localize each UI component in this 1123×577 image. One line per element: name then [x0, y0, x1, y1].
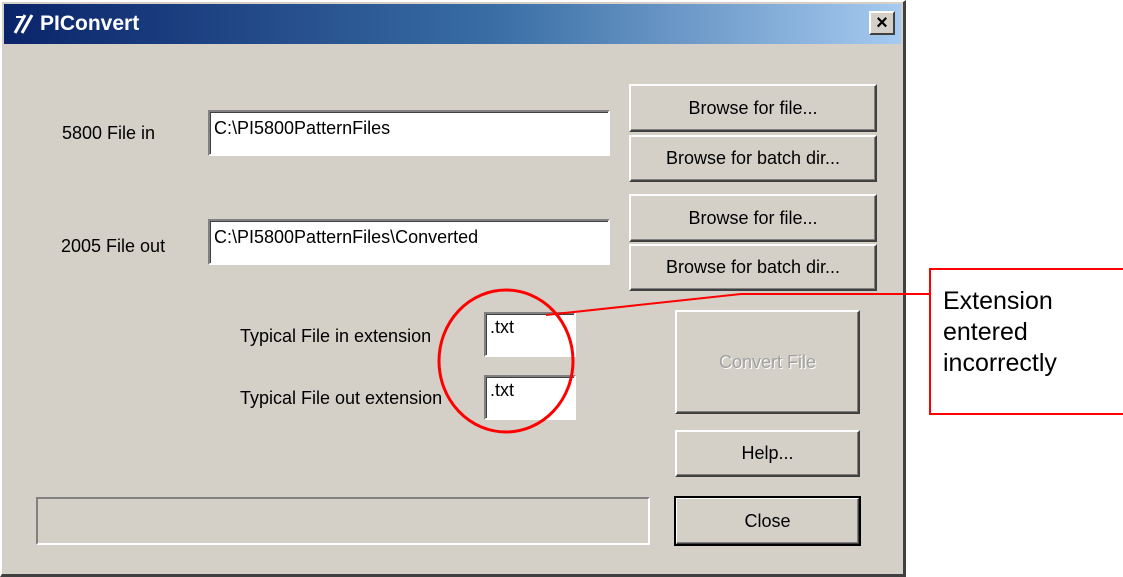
window-close-button[interactable]: ×	[869, 11, 895, 35]
screenshot-stage: PIConvert × 5800 File in C:\PI5800Patter…	[0, 0, 1123, 577]
file-in-input[interactable]: C:\PI5800PatternFiles	[208, 110, 610, 156]
file-out-input[interactable]: C:\PI5800PatternFiles\Converted	[208, 219, 610, 265]
status-bar	[36, 497, 650, 545]
file-in-label: 5800 File in	[62, 123, 156, 143]
browse-file-out-button[interactable]: Browse for file...	[629, 194, 877, 242]
file-out-label: 2005 File out	[61, 236, 166, 256]
annotation-callout: Extension entered incorrectly	[929, 268, 1123, 415]
convert-file-button[interactable]: Convert File	[675, 310, 860, 414]
ext-out-label: Typical File out extension	[240, 388, 443, 408]
ext-in-label: Typical File in extension	[240, 326, 432, 346]
browse-batch-dir-out-button[interactable]: Browse for batch dir...	[629, 244, 877, 291]
window-title: PIConvert	[40, 12, 140, 35]
annotation-text: Extension entered incorrectly	[943, 287, 1057, 377]
piconvert-dialog: PIConvert × 5800 File in C:\PI5800Patter…	[0, 0, 906, 577]
title-bar[interactable]: PIConvert ×	[4, 4, 901, 44]
close-icon: ×	[876, 12, 888, 34]
close-button[interactable]: Close	[674, 496, 861, 546]
piconvert-app-icon	[13, 14, 34, 34]
ext-out-input[interactable]: .txt	[484, 375, 576, 420]
help-button[interactable]: Help...	[675, 430, 860, 477]
ext-in-input[interactable]: .txt	[484, 312, 576, 357]
browse-file-in-button[interactable]: Browse for file...	[629, 84, 877, 132]
browse-batch-dir-in-button[interactable]: Browse for batch dir...	[629, 135, 877, 182]
